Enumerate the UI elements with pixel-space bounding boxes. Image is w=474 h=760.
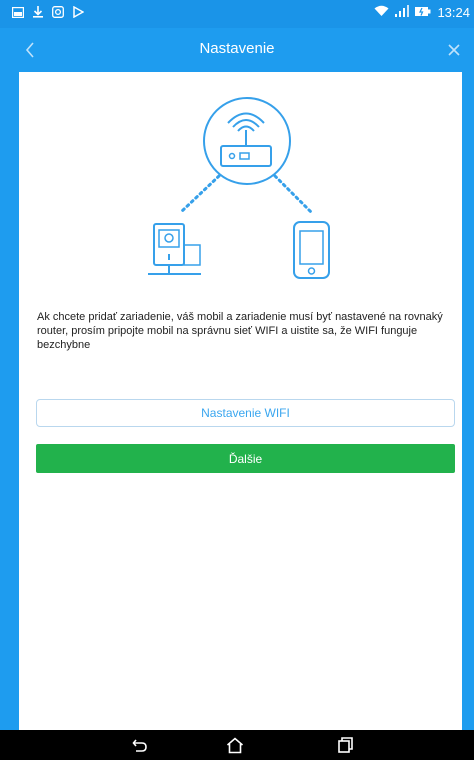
status-right-area: 13:24	[374, 5, 470, 20]
status-time: 13:24	[437, 5, 470, 20]
system-nav-bar	[0, 730, 474, 760]
nav-back-button[interactable]	[128, 735, 152, 755]
status-left-icons	[12, 6, 84, 18]
phone-device-icon	[293, 221, 330, 279]
download-icon	[32, 6, 44, 18]
device-connection-illustration	[148, 97, 330, 279]
nav-recents-button[interactable]	[333, 735, 357, 755]
close-icon	[448, 44, 460, 56]
signal-icon	[395, 5, 410, 20]
wifi-icon	[374, 5, 389, 20]
page-title: Nastavenie	[199, 40, 275, 57]
status-bar: 13:24	[0, 0, 474, 28]
instruction-text: Ak chcete pridať zariadenie, váš mobil a…	[37, 311, 443, 351]
back-icon	[132, 739, 147, 752]
home-icon	[226, 736, 244, 753]
play-icon	[72, 6, 84, 18]
recents-icon	[338, 737, 353, 753]
content-card: Ak chcete pridať zariadenie, váš mobil a…	[19, 72, 462, 730]
wifi-settings-button[interactable]: Nastavenie WIFI	[36, 399, 455, 427]
camera-icon	[52, 6, 64, 18]
gallery-icon	[12, 6, 24, 18]
camera-device-icon	[148, 223, 201, 275]
nav-home-button[interactable]	[223, 735, 247, 755]
next-button[interactable]: Ďalšie	[36, 444, 455, 473]
app-header: Nastavenie	[0, 28, 474, 72]
battery-icon	[415, 5, 431, 20]
close-button[interactable]	[442, 38, 466, 62]
router-icon	[220, 112, 272, 167]
